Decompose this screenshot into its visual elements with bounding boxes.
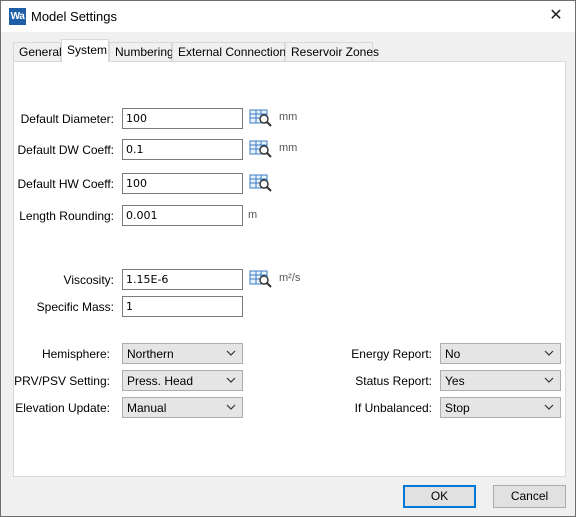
hemisphere-select[interactable]: Northern	[122, 343, 243, 364]
ok-button[interactable]: OK	[403, 485, 476, 508]
tab-external-connections[interactable]: External Connections	[172, 42, 292, 61]
table-lookup-icon[interactable]	[249, 139, 273, 159]
viscosity-label: Viscosity:	[63, 273, 114, 287]
window-title: Model Settings	[31, 9, 117, 24]
default-diameter-field[interactable]: 100	[122, 108, 243, 129]
prv-psv-setting-select[interactable]: Press. Head	[122, 370, 243, 391]
prv-psv-setting-value: Press. Head	[127, 374, 194, 388]
default-dw-coeff-label: Default DW Coeff:	[17, 143, 114, 157]
status-report-select[interactable]: Yes	[440, 370, 561, 391]
default-hw-coeff-field[interactable]: 100	[122, 173, 243, 194]
default-dw-coeff-unit: mm	[279, 142, 298, 154]
specific-mass-field[interactable]: 1	[122, 296, 243, 317]
table-lookup-icon[interactable]	[249, 173, 273, 193]
length-rounding-label: Length Rounding:	[19, 209, 114, 223]
hemisphere-value: Northern	[127, 347, 174, 361]
chevron-down-icon	[226, 404, 236, 410]
elevation-update-select[interactable]: Manual	[122, 397, 243, 418]
chevron-down-icon	[544, 377, 554, 383]
status-report-label: Status Report:	[355, 374, 432, 388]
tab-reservoir-zones[interactable]: Reservoir Zones	[285, 42, 379, 61]
status-report-value: Yes	[445, 374, 465, 388]
system-tab-panel: Default Diameter: 100 mm Default DW Coef…	[13, 61, 566, 477]
title-bar: Wa Model Settings ✕	[1, 1, 575, 32]
close-icon[interactable]: ✕	[543, 4, 569, 28]
if-unbalanced-value: Stop	[445, 401, 470, 415]
length-rounding-unit: m	[248, 209, 258, 221]
default-diameter-unit: mm	[279, 111, 298, 123]
chevron-down-icon	[226, 350, 236, 356]
energy-report-label: Energy Report:	[351, 347, 432, 361]
model-settings-dialog: Wa Model Settings ✕ General System Numbe…	[0, 0, 576, 517]
table-lookup-icon[interactable]	[249, 108, 273, 128]
cancel-button[interactable]: Cancel	[493, 485, 566, 508]
prv-psv-setting-label: PRV/PSV Setting:	[14, 374, 110, 388]
elevation-update-value: Manual	[127, 401, 167, 415]
tab-numbering[interactable]: Numbering	[109, 42, 174, 61]
app-icon: Wa	[9, 8, 26, 25]
elevation-update-label: Elevation Update:	[15, 401, 110, 415]
chevron-down-icon	[544, 404, 554, 410]
chevron-down-icon	[226, 377, 236, 383]
tab-general[interactable]: General	[13, 42, 62, 61]
specific-mass-label: Specific Mass:	[36, 300, 114, 314]
chevron-down-icon	[544, 350, 554, 356]
default-diameter-label: Default Diameter:	[20, 112, 114, 126]
viscosity-unit: m²/s	[279, 272, 301, 284]
hemisphere-label: Hemisphere:	[41, 347, 110, 361]
energy-report-value: No	[445, 347, 461, 361]
if-unbalanced-label: If Unbalanced:	[354, 401, 432, 415]
length-rounding-field[interactable]: 0.001	[122, 205, 243, 226]
table-lookup-icon[interactable]	[249, 269, 273, 289]
default-hw-coeff-label: Default HW Coeff:	[17, 177, 114, 191]
default-dw-coeff-field[interactable]: 0.1	[122, 139, 243, 160]
if-unbalanced-select[interactable]: Stop	[440, 397, 561, 418]
tab-system[interactable]: System	[61, 39, 109, 62]
energy-report-select[interactable]: No	[440, 343, 561, 364]
viscosity-field[interactable]: 1.15E-6	[122, 269, 243, 290]
